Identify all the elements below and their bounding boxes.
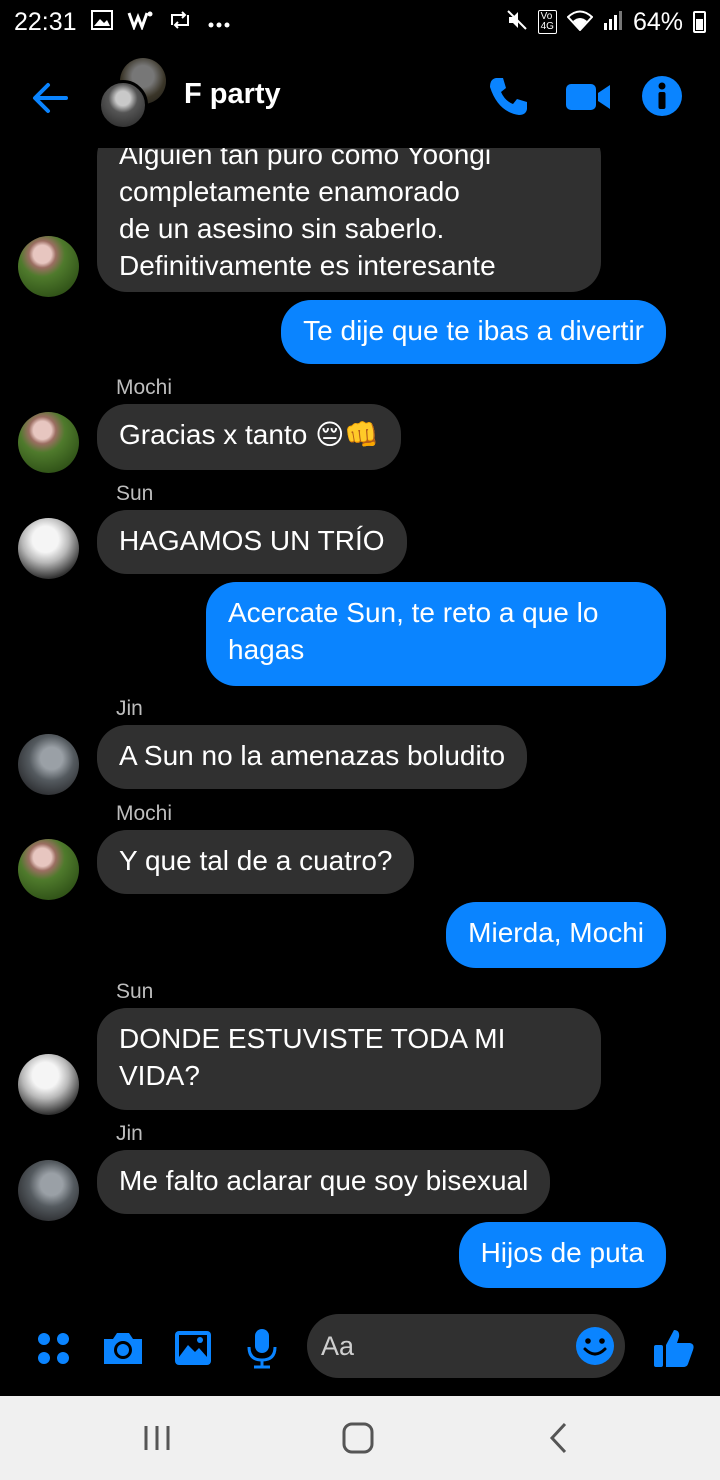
camera-icon: [104, 1333, 142, 1364]
avatar[interactable]: [18, 1160, 79, 1221]
recent-apps-button[interactable]: [138, 1420, 178, 1456]
message-text: HAGAMOS UN TRÍO: [119, 525, 385, 556]
status-bar: 22:31 Vo 4G 64%: [0, 0, 720, 44]
message-text: Hijos de puta: [480, 1237, 644, 1268]
message-text: Acercate Sun, te reto a que lo: [228, 597, 599, 628]
message-bubble-incoming[interactable]: HAGAMOS UN TRÍO: [97, 510, 407, 574]
home-button[interactable]: [338, 1420, 378, 1456]
thumbs-up-icon: [654, 1330, 694, 1367]
smiley-icon: [576, 1327, 614, 1365]
message-text: Y que tal de a cuatro?: [119, 845, 393, 876]
message-bubble-incoming[interactable]: A Sun no la amenazas boludito: [97, 725, 528, 789]
sender-name: Sun: [116, 482, 154, 505]
message-text: Definitivamente es interesante: [119, 250, 496, 281]
sender-name: Jin: [116, 1122, 143, 1145]
message-text: completamente enamorado: [119, 176, 460, 207]
message-text: de un asesino sin saberlo.: [119, 213, 445, 244]
microphone-icon: [247, 1329, 277, 1369]
chevron-left-icon: [549, 1422, 567, 1454]
info-button[interactable]: [640, 74, 684, 118]
emoji: 😔👊: [315, 419, 380, 450]
message-bubble-outgoing[interactable]: Te dije que te ibas a divertir: [281, 300, 666, 364]
gallery-icon: [90, 10, 113, 34]
avatar[interactable]: [18, 518, 79, 579]
recent-apps-icon: [144, 1426, 170, 1450]
message-list[interactable]: Alguien tan puro como Yoongi completamen…: [0, 148, 720, 1303]
camera-button[interactable]: [101, 1326, 145, 1370]
composer-bar: Aa: [0, 1310, 720, 1390]
back-arrow-icon: [33, 83, 68, 113]
message-bubble-incoming[interactable]: Me falto aclarar que soy bisexual: [97, 1150, 551, 1214]
message-bubble-outgoing[interactable]: Mierda, Mochi: [446, 902, 666, 968]
avatar[interactable]: [18, 412, 79, 473]
sender-name: Mochi: [116, 376, 173, 399]
clock: 22:31: [14, 7, 77, 36]
chat-title[interactable]: F party: [184, 78, 281, 111]
message-input[interactable]: Aa: [307, 1314, 625, 1378]
sender-name: Sun: [116, 980, 154, 1003]
system-back-button[interactable]: [540, 1420, 580, 1456]
video-call-button[interactable]: [563, 74, 613, 118]
message-bubble-incoming[interactable]: Alguien tan puro como Yoongi completamen…: [97, 148, 601, 292]
gallery-button[interactable]: [171, 1326, 215, 1370]
volte-icon: Vo 4G: [537, 10, 557, 34]
message-text: Mierda, Mochi: [468, 917, 644, 948]
call-button[interactable]: [486, 74, 530, 118]
sender-name: Jin: [116, 697, 143, 720]
message-text: DONDE ESTUVISTE TODA MI: [119, 1023, 506, 1054]
message-bubble-outgoing[interactable]: Acercate Sun, te reto a que lo hagas: [206, 582, 666, 686]
sender-name: Mochi: [116, 802, 173, 825]
avatar[interactable]: [18, 839, 79, 900]
message-bubble-outgoing[interactable]: Hijos de puta: [458, 1222, 666, 1288]
signal-icon: [603, 9, 623, 35]
four-dots-icon: [38, 1333, 69, 1364]
back-button[interactable]: [28, 76, 72, 120]
more-icon: [207, 11, 231, 33]
system-nav-bar: [0, 1396, 720, 1480]
message-text: VIDA?: [119, 1060, 200, 1091]
avatar[interactable]: [18, 236, 79, 297]
message-text: Gracias x tanto: [119, 419, 308, 450]
avatar: [98, 80, 148, 130]
message-text: Te dije que te ibas a divertir: [303, 315, 644, 346]
phone-icon: [490, 78, 527, 115]
mute-icon: [506, 9, 528, 35]
image-icon: [175, 1331, 211, 1365]
info-icon: [642, 76, 682, 116]
message-bubble-incoming[interactable]: Y que tal de a cuatro?: [97, 830, 415, 894]
message-placeholder: Aa: [321, 1331, 355, 1361]
video-camera-icon: [566, 84, 610, 110]
battery-percent: 64%: [632, 7, 683, 36]
group-avatar[interactable]: [98, 58, 170, 138]
voice-button[interactable]: [240, 1326, 284, 1370]
battery-icon: [693, 11, 706, 33]
message-text: hagas: [228, 634, 305, 665]
retweet-icon: [167, 10, 193, 34]
message-text: Me falto aclarar que soy bisexual: [119, 1165, 529, 1196]
more-actions-button[interactable]: [32, 1326, 76, 1370]
avatar[interactable]: [18, 1054, 79, 1115]
like-button[interactable]: [652, 1326, 696, 1370]
message-bubble-incoming[interactable]: Gracias x tanto 😔👊: [97, 404, 402, 470]
avatar[interactable]: [18, 734, 79, 795]
wifi-icon: [566, 9, 594, 35]
chat-header: F party: [0, 48, 720, 148]
message-text: Alguien tan puro como Yoongi: [119, 148, 492, 170]
message-text: A Sun no la amenazas boludito: [119, 740, 506, 771]
home-icon: [342, 1422, 374, 1454]
emoji-button[interactable]: [575, 1326, 615, 1366]
w-icon: [127, 10, 153, 34]
message-bubble-incoming[interactable]: DONDE ESTUVISTE TODA MI VIDA?: [97, 1008, 601, 1110]
